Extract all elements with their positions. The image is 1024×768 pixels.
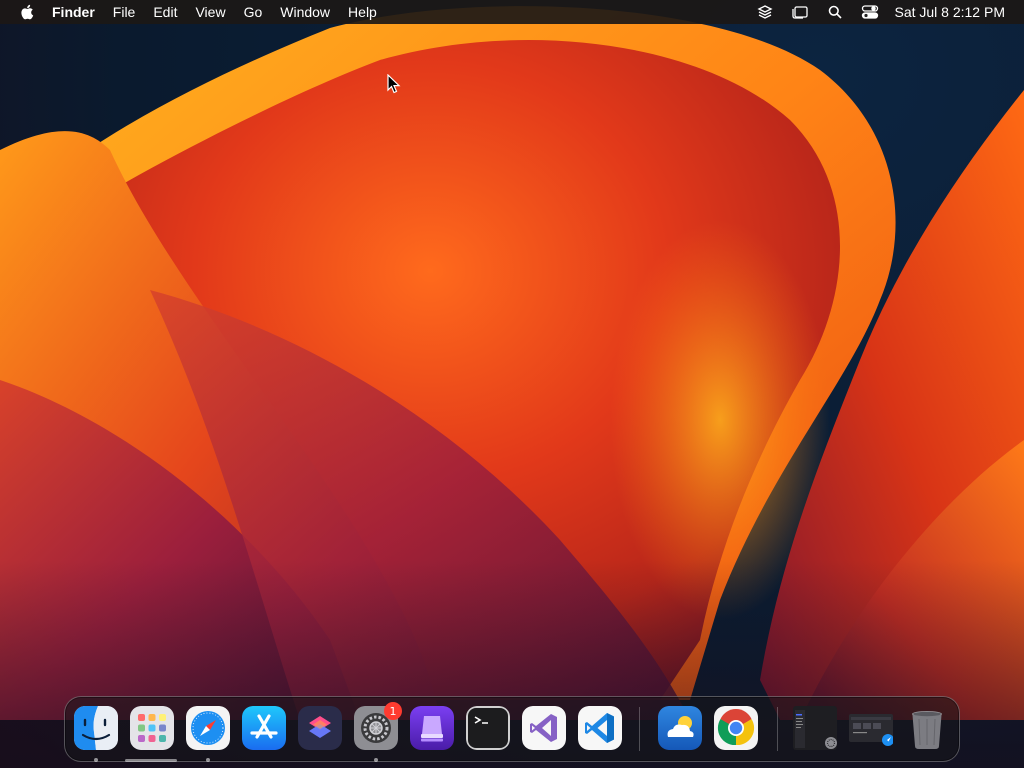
menu-view[interactable]: View <box>186 0 234 24</box>
menu-edit[interactable]: Edit <box>144 0 186 24</box>
terminal-icon <box>466 706 510 750</box>
apple-menu-icon[interactable] <box>10 0 44 24</box>
vscode-icon <box>578 706 622 750</box>
finder-icon <box>74 706 118 750</box>
dock-launchpad[interactable] <box>130 706 174 750</box>
stack-icon[interactable] <box>753 0 777 24</box>
dock-app-store[interactable] <box>242 706 286 750</box>
stage-manager-icon[interactable] <box>788 0 812 24</box>
dock-trash[interactable] <box>905 706 949 750</box>
apple-configurator-icon <box>410 706 454 750</box>
menubar-clock[interactable]: Sat Jul 8 2:12 PM <box>894 4 1005 20</box>
dock-separator-recents <box>777 707 778 751</box>
safari-icon <box>186 706 230 750</box>
dock-safari[interactable] <box>186 706 230 750</box>
dock-weather[interactable] <box>658 706 702 750</box>
trash-icon <box>912 711 942 749</box>
app-store-icon <box>242 706 286 750</box>
launchpad-icon <box>130 706 174 750</box>
dock-shortcuts[interactable] <box>298 706 342 750</box>
dock-chrome[interactable] <box>714 706 758 750</box>
desktop-wallpaper <box>0 0 1024 768</box>
menu-file[interactable]: File <box>104 0 145 24</box>
visual-studio-icon <box>522 706 566 750</box>
dock-minimized-window-2[interactable] <box>849 706 893 750</box>
dock-finder[interactable] <box>74 706 118 750</box>
finder-running-indicator <box>94 758 98 762</box>
dock: 1 <box>64 696 960 762</box>
mouse-cursor-icon <box>387 73 401 94</box>
system-settings-running-indicator <box>374 758 378 762</box>
spotlight-search-icon[interactable] <box>823 0 847 24</box>
system-settings-badge: 1 <box>384 702 402 720</box>
shortcuts-icon <box>298 706 342 750</box>
safari-running-indicator <box>206 758 210 762</box>
chrome-icon <box>714 706 758 750</box>
minimized-window-icon <box>793 706 837 750</box>
menu-go[interactable]: Go <box>235 0 272 24</box>
menu-bar: Finder File Edit View Go Window Help Sat… <box>0 0 1024 24</box>
dock-vscode[interactable] <box>578 706 622 750</box>
dock-minimized-window-1[interactable] <box>793 706 837 750</box>
dock-separator <box>639 707 640 751</box>
menu-help[interactable]: Help <box>339 0 386 24</box>
menu-window[interactable]: Window <box>271 0 339 24</box>
dock-apple-configurator[interactable] <box>410 706 454 750</box>
menu-app-name[interactable]: Finder <box>44 0 104 24</box>
weather-icon <box>658 706 702 750</box>
dock-terminal[interactable] <box>466 706 510 750</box>
dock-hover-indicator <box>125 759 177 762</box>
control-center-icon[interactable] <box>858 0 882 24</box>
dock-visual-studio[interactable] <box>522 706 566 750</box>
minimized-window-icon <box>849 714 893 746</box>
